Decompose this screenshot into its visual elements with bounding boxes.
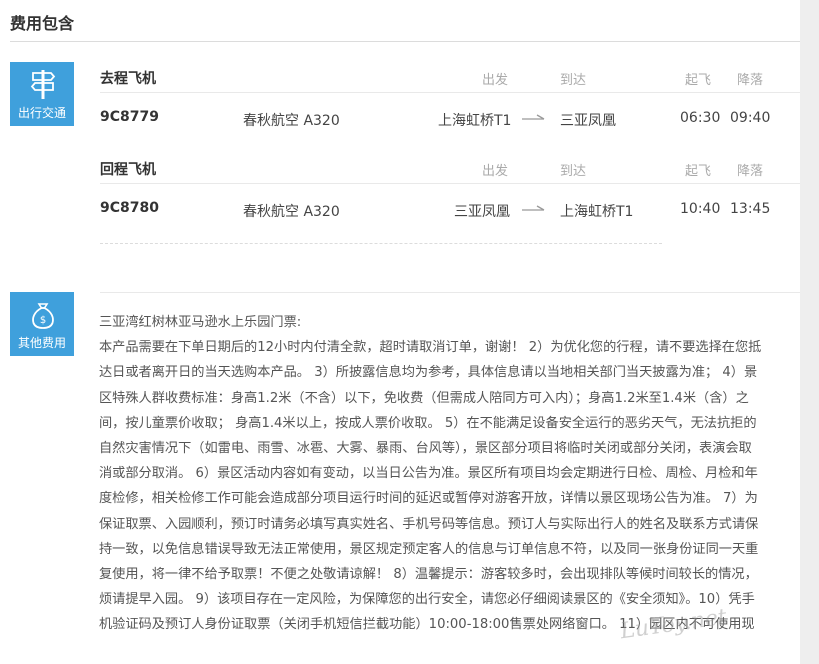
outbound-col-arrive: 到达 <box>560 73 587 88</box>
signpost-icon <box>30 70 56 99</box>
fee-line: 间，按儿童票价收取； 身高1.4米以上，按成人票价收取。 5）在不能满足设备安全… <box>99 415 757 431</box>
return-heading: 回程飞机 <box>100 162 156 178</box>
outbound-to: 三亚凤凰 <box>560 113 616 129</box>
other-fees-tile: $ 其他费用 <box>10 292 74 356</box>
return-land-time: 13:45 <box>730 201 771 217</box>
outbound-takeoff-time: 06:30 <box>680 110 721 126</box>
return-to: 上海虹桥T1 <box>560 204 634 220</box>
return-col-land: 降落 <box>737 164 764 179</box>
title-divider <box>10 41 800 42</box>
svg-text:$: $ <box>40 315 46 326</box>
fee-line: 三亚湾红树林亚马逊水上乐园门票: <box>99 315 302 330</box>
outbound-land-time: 09:40 <box>730 110 771 126</box>
outbound-col-depart: 出发 <box>482 73 509 88</box>
outbound-col-takeoff: 起飞 <box>685 73 712 88</box>
fee-line: 自然灾害情况下（如雷电、雨雪、冰雹、大雾、暴雨、台风等），景区部分项目将临时关闭… <box>99 441 752 457</box>
return-col-arrive: 到达 <box>560 164 587 179</box>
outbound-from: 上海虹桥T1 <box>438 113 512 129</box>
fee-line: 消或部分取消。 6）景区活动内容如有变动，以当日公告为准。景区所有项目均会定期进… <box>99 466 758 482</box>
outbound-heading: 去程飞机 <box>100 71 156 87</box>
fee-line: 达日或者离开日的当天选购本产品。 3）所披露信息均为参考，具体信息请以当地相关部… <box>99 365 758 381</box>
return-divider <box>100 183 800 184</box>
fee-line: 本产品需要在下单日期后的12小时内付清全款，超时请取消订单，谢谢！ 2）为优化您… <box>99 340 762 356</box>
fee-line: 持一致，以免信息错误导致无法正常使用，景区规定预定客人的信息与订单信息不符，以及… <box>99 541 759 557</box>
transport-tile: 出行交通 <box>10 62 74 126</box>
fees-divider <box>100 292 800 293</box>
return-from: 三亚凤凰 <box>454 204 510 220</box>
fee-description: 三亚湾红树林亚马逊水上乐园门票: 本产品需要在下单日期后的12小时内付清全款，超… <box>99 310 800 638</box>
money-bag-icon: $ <box>32 303 54 329</box>
fee-line: 复使用，将一律不给予取票！不便之处敬请谅解！ 8）温馨提示：游客较多时，会出现排… <box>99 567 758 583</box>
transport-tile-label: 出行交通 <box>17 106 66 120</box>
fee-line: 区特殊人群收费标准：身高1.2米（不含）以下，免收费（但需成人陪同方可入内）；身… <box>99 390 749 406</box>
fee-line: 度检修，相关检修工作可能会造成部分项目运行时间的延迟或暂停对游客开放，详情以景区… <box>99 491 758 507</box>
outbound-flight-number: 9C8779 <box>100 109 159 125</box>
outbound-col-land: 降落 <box>737 73 764 88</box>
return-col-depart: 出发 <box>482 164 509 179</box>
scrollbar-track[interactable] <box>800 0 819 664</box>
return-takeoff-time: 10:40 <box>680 201 721 217</box>
fee-line: 保证取票、入园顺利，预订时请务必填写真实姓名、手机号码等信息。预订人与实际出行人… <box>99 516 759 532</box>
other-fees-tile-label: 其他费用 <box>17 336 66 350</box>
return-arrow-icon <box>522 205 545 211</box>
outbound-arrow-icon <box>522 114 545 120</box>
return-flight-number: 9C8780 <box>100 200 159 216</box>
outbound-airline: 春秋航空 A320 <box>243 113 340 129</box>
return-airline: 春秋航空 A320 <box>243 204 340 220</box>
return-col-takeoff: 起飞 <box>685 164 712 179</box>
outbound-divider <box>100 92 800 93</box>
flight-section-divider <box>100 243 662 244</box>
section-title: 费用包含 <box>10 14 75 33</box>
